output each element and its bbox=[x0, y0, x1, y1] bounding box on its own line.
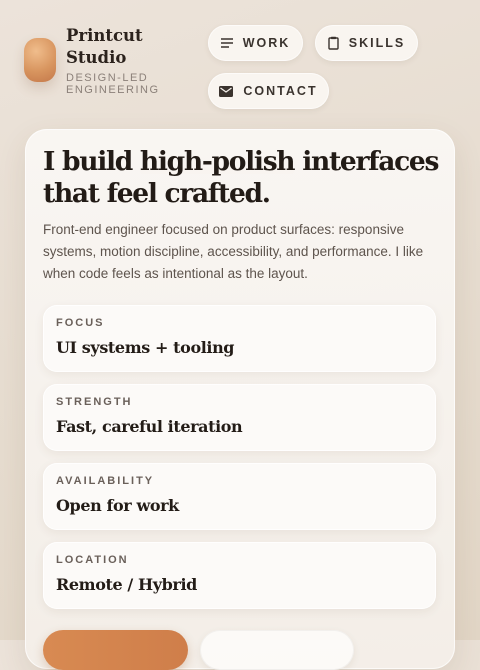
nav-skills-label: SKILLS bbox=[348, 36, 406, 50]
nav-contact-button[interactable]: CONTACT bbox=[208, 73, 329, 109]
secondary-cta-button[interactable] bbox=[200, 630, 354, 670]
primary-cta-button[interactable] bbox=[43, 630, 188, 670]
hero-intro: Front-end engineer focused on product su… bbox=[43, 222, 424, 281]
fact-card-availability: AVAILABILITY Open for work bbox=[43, 463, 436, 530]
nav-work-button[interactable]: WORK bbox=[208, 25, 303, 61]
fact-label: FOCUS bbox=[56, 317, 105, 329]
fact-value: Remote / Hybrid bbox=[56, 575, 197, 594]
fact-label: AVAILABILITY bbox=[56, 475, 155, 487]
fact-value: Fast, careful iteration bbox=[56, 417, 243, 436]
fact-card-location: LOCATION Remote / Hybrid bbox=[43, 542, 436, 609]
fact-value: UI systems + tooling bbox=[56, 338, 235, 357]
fact-label: STRENGTH bbox=[56, 396, 133, 408]
brand-logo[interactable] bbox=[24, 38, 56, 82]
mail-icon bbox=[219, 85, 234, 97]
headline-highlight: high-polish bbox=[139, 146, 296, 177]
fact-value: Open for work bbox=[56, 496, 179, 515]
menu-lines-icon bbox=[220, 38, 233, 48]
nav-contact-label: CONTACT bbox=[243, 84, 318, 98]
brand-name[interactable]: Printcut Studio bbox=[66, 25, 186, 69]
nav-work-label: WORK bbox=[242, 36, 291, 50]
fact-card-focus: FOCUS UI systems + tooling bbox=[43, 305, 436, 372]
hero-headline: I build high-polish interfaces that feel… bbox=[43, 146, 463, 210]
fact-card-strength: STRENGTH Fast, careful iteration bbox=[43, 384, 436, 451]
clipboard-icon bbox=[328, 36, 339, 50]
fact-label: LOCATION bbox=[56, 554, 129, 566]
headline-text-start: I build bbox=[43, 146, 140, 177]
nav-skills-button[interactable]: SKILLS bbox=[315, 25, 418, 61]
brand-tagline: DESIGN-LED ENGINEERING bbox=[66, 72, 160, 96]
